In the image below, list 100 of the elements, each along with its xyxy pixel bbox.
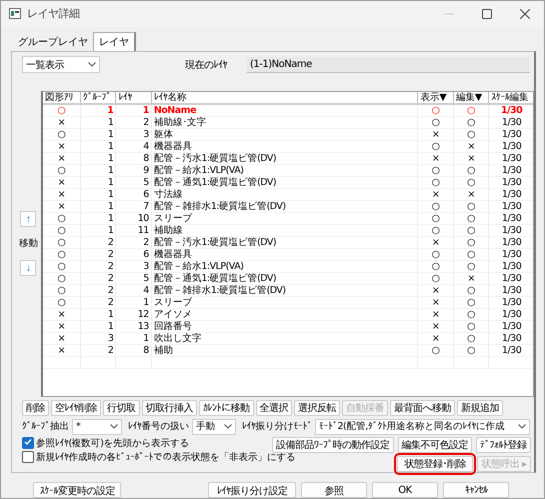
move-down-button[interactable]: ↓ [20,260,36,276]
caret-icon [110,424,118,430]
setting-button[interactable]: 状態登録･削除 [397,456,474,472]
table-row[interactable]: ○ 1 10 スリーブ ○ ○ 1/30 [42,212,533,224]
layer-cell: 6 [116,248,152,260]
table-row[interactable]: × 1 2 補助線･文字 ○ ○ 1/30 [42,116,533,128]
footer-button[interactable]: ﾚｲﾔ振り分け設定 [208,482,296,498]
close-icon[interactable] [520,8,530,19]
table-row[interactable]: × 1 7 配管－雑排水1:硬質塩ビ管(DV) ○ ○ 1/30 [42,200,533,212]
filter-label: ｸﾞﾙｰﾌﾟ抽出 [22,420,69,434]
layer-name-cell: 配管－雑排水1:硬質塩ビ管(DV) [151,284,418,296]
footer-button[interactable]: ｽｹｰﾙ変更時の設定 [33,482,121,498]
layer-cell: 7 [116,200,152,212]
table-row[interactable]: × 1 12 アイソメ × ○ 1/30 [42,308,533,320]
display-cell: ○ [418,344,454,356]
caret-icon [224,424,232,430]
table-row[interactable]: × 1 13 回路番号 × ○ 1/30 [42,320,533,332]
table-row[interactable]: × 2 8 補助 ○ ○ 1/30 [42,344,533,356]
setting-button[interactable]: ﾃﾞﾌｫﾙﾄ登録 [476,436,530,453]
table-row[interactable]: × 1 6 寸法線 × × 1/30 [42,188,533,200]
table-row[interactable]: × 1 5 配管－通気1:硬質塩ビ管(DV) ○ ○ 1/30 [42,176,533,188]
group-cell: 1 [80,176,116,188]
layer-cell: 1 [116,296,152,308]
column-header[interactable]: ｽｹｰﾙ編集 [488,92,533,104]
table-row[interactable]: ○ 1 11 補助線 ○ ○ 1/30 [42,224,533,236]
group-cell: 2 [80,344,116,356]
footer-button[interactable]: OK [372,482,438,498]
column-header[interactable]: ﾚｲﾔ [116,92,152,104]
column-header[interactable]: ｸﾞﾙｰﾌﾟ [80,92,116,104]
layer-name-cell: スリーブ [151,296,418,308]
shape-cell: ○ [42,272,80,284]
layer-cell: 4 [116,284,152,296]
scale-cell: 1/30 [488,212,533,224]
checkbox-label: 新規ﾚｲﾔ作成時の各ﾋﾞｭｰﾎﾟｰﾄでの表示状態を「非表示」にする [36,450,296,464]
column-header[interactable]: ﾚｲﾔ名称 [151,92,418,104]
filter-dropdown[interactable]: ﾓｰﾄﾞ2(配管,ﾀﾞｸﾄ用途名称と同名のﾚｲﾔに作成 [315,418,530,435]
move-label: 移動 [18,237,38,250]
filter-dropdown[interactable]: 手動 [192,418,236,435]
scale-cell: 1/30 [488,224,533,236]
maximize-icon[interactable] [482,8,492,19]
footer-button[interactable]: ｷｬﾝｾﾙ [443,482,509,498]
tab[interactable]: グループレイヤ [13,32,93,51]
action-button[interactable]: 行切取 [103,400,140,416]
table-row[interactable]: ○ 2 5 配管－通気1:硬質塩ビ管(DV) ○ × 1/30 [42,272,533,284]
edit-cell: ○ [453,296,489,308]
view-dropdown[interactable]: 一覧表示 [22,56,100,74]
layer-name-cell: 機器器具 [151,140,418,152]
table-row[interactable]: ○ 2 1 スリーブ × ○ 1/30 [42,296,533,308]
layer-cell: 12 [116,308,152,320]
action-button[interactable]: 選択反転 [294,400,340,416]
table-row[interactable]: ○ 1 3 躯体 × ○ 1/30 [42,128,533,140]
setting-button[interactable]: 編集不可色設定 [398,436,472,453]
layer-cell: 5 [116,176,152,188]
table-row[interactable]: × 3 1 吹出し文字 × ○ 1/30 [42,332,533,344]
table-row[interactable]: × 1 8 配管－汚水1:硬質塩ビ管(DV) × × 1/30 [42,152,533,164]
layer-name-cell: 配管－給水1:VLP(VA) [151,164,418,176]
action-button[interactable]: 切取行挿入 [142,400,197,416]
column-header[interactable]: 表示▼ [418,92,454,104]
table-row[interactable]: ○ 1 9 配管－給水1:VLP(VA) ○ ○ 1/30 [42,164,533,176]
checkbox[interactable] [22,437,34,450]
action-button[interactable]: ｶﾚﾝﾄに移動 [199,400,254,416]
group-cell: 1 [80,104,116,116]
display-cell: ○ [418,272,454,284]
group-cell: 1 [80,188,116,200]
table-row[interactable]: ○ 2 2 配管－汚水1:硬質塩ビ管(DV) × ○ 1/30 [42,236,533,248]
table-row[interactable]: ○ 2 6 機器器具 ○ ○ 1/30 [42,248,533,260]
shape-cell: × [42,188,80,200]
action-button[interactable]: 全選択 [256,400,292,416]
action-button[interactable]: 新規追加 [457,400,503,416]
tab[interactable]: レイヤ [93,32,136,51]
shape-cell: × [42,320,80,332]
scale-cell: 1/30 [488,128,533,140]
column-header[interactable]: 図形ｱﾘ [42,92,80,104]
setting-button[interactable]: 設備部品ﾜｰﾌﾟ時の動作設定 [272,436,394,453]
column-header[interactable]: 編集▼ [453,92,489,104]
display-cell: × [418,332,454,344]
table-row[interactable]: × 1 4 機器器具 ○ × 1/30 [42,140,533,152]
filter-dropdown[interactable]: * [72,418,122,435]
action-button[interactable]: 削除 [22,400,49,416]
layer-cell: 1 [116,104,152,116]
group-cell: 1 [80,308,116,320]
layer-name-cell: 配管－汚水1:硬質塩ビ管(DV) [151,236,418,248]
layer-cell: 3 [116,128,152,140]
move-up-button[interactable]: ↑ [20,211,36,228]
table-row[interactable]: ○ 2 3 配管－給水1:VLP(VA) ○ ○ 1/30 [42,260,533,272]
layer-name-cell: 配管－雑排水1:硬質塩ビ管(DV) [151,200,418,212]
action-button[interactable]: 最背面へ移動 [390,400,455,416]
shape-cell: × [42,332,80,344]
group-cell: 1 [80,212,116,224]
scale-cell: 1/30 [488,116,533,128]
footer-button[interactable]: 参照 [301,482,367,498]
edit-cell: ○ [453,320,489,332]
table-row[interactable]: ○ 2 4 配管－雑排水1:硬質塩ビ管(DV) × ○ 1/30 [42,284,533,296]
checkbox[interactable] [22,451,34,464]
group-cell: 1 [80,116,116,128]
scale-cell: 1/30 [488,320,533,332]
group-cell: 3 [80,332,116,344]
layer-name-cell: 機器器具 [151,248,418,260]
table-row[interactable]: ○ 1 1 NoName ○ ○ 1/30 [42,104,533,116]
action-button[interactable]: 空ﾚｲﾔ削除 [51,400,101,416]
